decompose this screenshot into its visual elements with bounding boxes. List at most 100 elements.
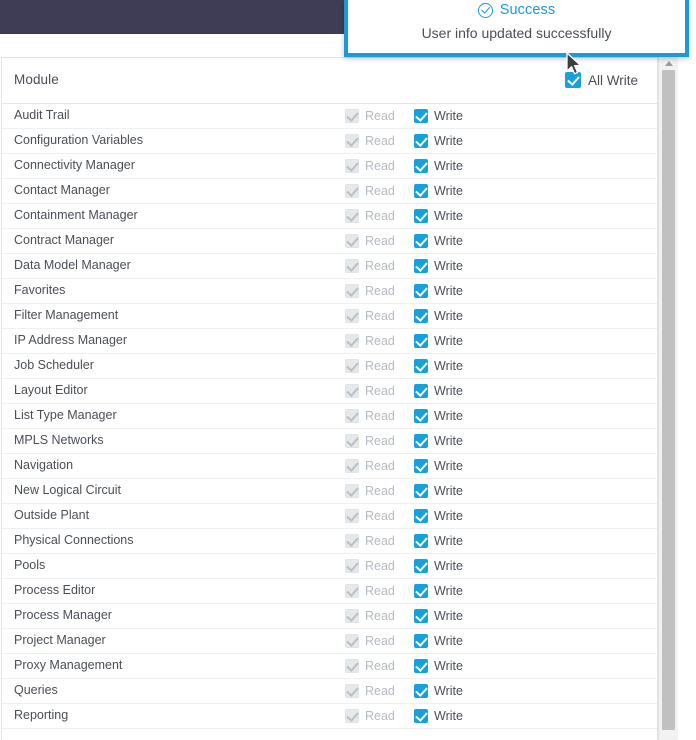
read-checkbox xyxy=(345,484,359,498)
write-permission-cell[interactable]: Write xyxy=(414,709,463,723)
write-permission-cell[interactable]: Write xyxy=(414,184,463,198)
write-checkbox[interactable] xyxy=(414,509,428,523)
write-checkbox[interactable] xyxy=(414,584,428,598)
read-permission-cell: Read xyxy=(345,434,395,448)
table-row: Audit Trail Read Write xyxy=(2,104,657,129)
write-permission-cell[interactable]: Write xyxy=(414,584,463,598)
write-permission-cell[interactable]: Write xyxy=(414,134,463,148)
table-row: Containment Manager Read Write xyxy=(2,204,657,229)
write-label: Write xyxy=(434,384,463,398)
write-label: Write xyxy=(434,234,463,248)
read-checkbox xyxy=(345,434,359,448)
write-checkbox[interactable] xyxy=(414,159,428,173)
write-checkbox[interactable] xyxy=(414,459,428,473)
read-permission-cell: Read xyxy=(345,634,395,648)
write-checkbox[interactable] xyxy=(414,259,428,273)
table-row: Physical Connections Read Write xyxy=(2,529,657,554)
read-permission-cell: Read xyxy=(345,234,395,248)
write-label: Write xyxy=(434,259,463,273)
vertical-scrollbar[interactable] xyxy=(658,57,678,740)
write-checkbox[interactable] xyxy=(414,284,428,298)
write-checkbox[interactable] xyxy=(414,234,428,248)
check-circle-icon xyxy=(477,2,493,18)
table-row: Outside Plant Read Write xyxy=(2,504,657,529)
page-right-gutter xyxy=(678,0,696,740)
write-label: Write xyxy=(434,159,463,173)
write-permission-cell[interactable]: Write xyxy=(414,634,463,648)
write-checkbox[interactable] xyxy=(414,634,428,648)
write-checkbox[interactable] xyxy=(414,709,428,723)
read-checkbox xyxy=(345,109,359,123)
table-row: Process Editor Read Write xyxy=(2,579,657,604)
table-row: Data Model Manager Read Write xyxy=(2,254,657,279)
module-name: Job Scheduler xyxy=(14,358,94,372)
table-row: Navigation Read Write xyxy=(2,454,657,479)
read-label: Read xyxy=(365,559,395,573)
write-permission-cell[interactable]: Write xyxy=(414,284,463,298)
all-write-checkbox[interactable] xyxy=(565,72,581,88)
write-permission-cell[interactable]: Write xyxy=(414,159,463,173)
write-label: Write xyxy=(434,609,463,623)
read-permission-cell: Read xyxy=(345,459,395,473)
write-checkbox[interactable] xyxy=(414,534,428,548)
write-checkbox[interactable] xyxy=(414,484,428,498)
write-checkbox[interactable] xyxy=(414,184,428,198)
toast-message: User info updated successfully xyxy=(421,25,612,41)
module-name: Proxy Management xyxy=(14,658,123,672)
read-checkbox xyxy=(345,234,359,248)
write-checkbox[interactable] xyxy=(414,134,428,148)
scroll-up-arrow-icon[interactable] xyxy=(659,57,678,69)
write-permission-cell[interactable]: Write xyxy=(414,334,463,348)
write-permission-cell[interactable]: Write xyxy=(414,559,463,573)
read-checkbox xyxy=(345,609,359,623)
write-checkbox[interactable] xyxy=(414,334,428,348)
write-label: Write xyxy=(434,509,463,523)
table-row: Favorites Read Write xyxy=(2,279,657,304)
table-row: Pools Read Write xyxy=(2,554,657,579)
write-permission-cell[interactable]: Write xyxy=(414,409,463,423)
module-name: Pools xyxy=(14,558,46,572)
write-label: Write xyxy=(434,109,463,123)
read-label: Read xyxy=(365,209,395,223)
write-permission-cell[interactable]: Write xyxy=(414,459,463,473)
write-permission-cell[interactable]: Write xyxy=(414,684,463,698)
write-checkbox[interactable] xyxy=(414,384,428,398)
write-checkbox[interactable] xyxy=(414,559,428,573)
write-permission-cell[interactable]: Write xyxy=(414,484,463,498)
write-permission-cell[interactable]: Write xyxy=(414,309,463,323)
write-checkbox[interactable] xyxy=(414,684,428,698)
table-row: Filter Management Read Write xyxy=(2,304,657,329)
read-label: Read xyxy=(365,584,395,598)
write-permission-cell[interactable]: Write xyxy=(414,659,463,673)
scrollbar-thumb[interactable] xyxy=(662,70,675,730)
all-write-toggle[interactable]: All Write xyxy=(565,72,638,88)
write-checkbox[interactable] xyxy=(414,409,428,423)
table-row: Layout Editor Read Write xyxy=(2,379,657,404)
write-permission-cell[interactable]: Write xyxy=(414,109,463,123)
write-permission-cell[interactable]: Write xyxy=(414,359,463,373)
write-checkbox[interactable] xyxy=(414,309,428,323)
write-permission-cell[interactable]: Write xyxy=(414,384,463,398)
read-permission-cell: Read xyxy=(345,309,395,323)
write-permission-cell[interactable]: Write xyxy=(414,509,463,523)
write-checkbox[interactable] xyxy=(414,609,428,623)
write-checkbox[interactable] xyxy=(414,109,428,123)
module-name: Process Manager xyxy=(14,608,112,622)
write-checkbox[interactable] xyxy=(414,659,428,673)
write-permission-cell[interactable]: Write xyxy=(414,434,463,448)
write-checkbox[interactable] xyxy=(414,434,428,448)
write-label: Write xyxy=(434,334,463,348)
table-row: Project Manager Read Write xyxy=(2,629,657,654)
read-label: Read xyxy=(365,409,395,423)
write-permission-cell[interactable]: Write xyxy=(414,259,463,273)
write-permission-cell[interactable]: Write xyxy=(414,209,463,223)
write-permission-cell[interactable]: Write xyxy=(414,609,463,623)
success-toast[interactable]: Success User info updated successfully xyxy=(344,0,689,57)
write-permission-cell[interactable]: Write xyxy=(414,534,463,548)
read-label: Read xyxy=(365,659,395,673)
write-checkbox[interactable] xyxy=(414,359,428,373)
write-label: Write xyxy=(434,484,463,498)
write-checkbox[interactable] xyxy=(414,209,428,223)
write-permission-cell[interactable]: Write xyxy=(414,234,463,248)
read-checkbox xyxy=(345,409,359,423)
